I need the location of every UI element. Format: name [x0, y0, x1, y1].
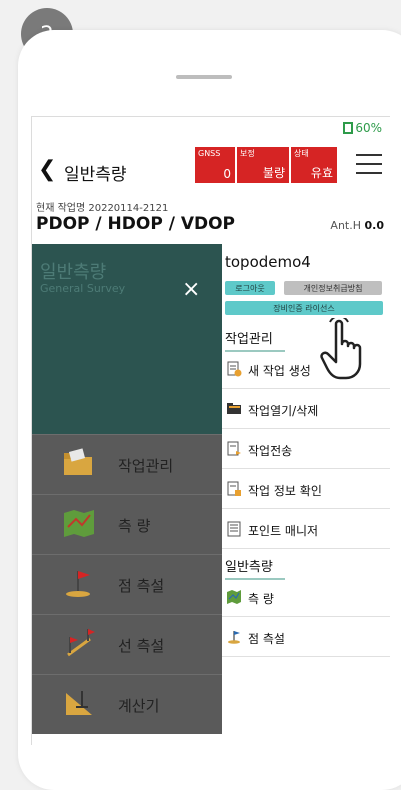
status-correction: 보정 불량 [237, 147, 289, 183]
menu-item-label: 측 량 [248, 592, 274, 606]
drawer-item-label: 측 량 [118, 517, 151, 535]
menu-item-label: 점 측설 [248, 632, 285, 646]
drawer-item-calculator[interactable]: 계산기 [32, 674, 222, 734]
drawer-item-label: 계산기 [118, 697, 160, 715]
device-license-button[interactable]: 장비인증 라이선스 [225, 301, 383, 315]
drawer-item-survey[interactable]: 측 량 [32, 494, 222, 554]
menu-item-label: 작업 정보 확인 [248, 484, 322, 498]
drawer-item-label: 선 측설 [118, 637, 165, 655]
menu-item-job-info[interactable]: 작업 정보 확인 [222, 469, 390, 509]
battery-level: 60% [355, 121, 382, 135]
drawer-item-label: 점 측설 [118, 577, 165, 595]
status-gnss: GNSS 0 [195, 147, 235, 183]
menu-item-point-manager[interactable]: 포인트 매니저 [222, 509, 390, 549]
menu-item-label: 작업열기/삭제 [248, 404, 319, 418]
menu-item-survey[interactable]: 측 량 [222, 577, 390, 617]
drawer-subtitle: General Survey [40, 282, 126, 295]
drawer-title: 일반측량 [40, 262, 107, 283]
menu-item-label: 새 작업 생성 [248, 364, 311, 378]
drawer-item-job-management[interactable]: 작업관리 [32, 434, 222, 494]
status-state-label: 상태 [294, 149, 309, 158]
section-title-general-survey: 일반측량 [225, 556, 285, 580]
menu-item-send-job[interactable]: 작업전송 [222, 429, 390, 469]
calculator-icon [66, 691, 92, 715]
status-gnss-value: 0 [223, 167, 231, 181]
antenna-height-label: Ant.H [330, 219, 361, 232]
line-flags-icon [67, 629, 95, 657]
section-title-job-management: 작업관리 [225, 328, 285, 352]
close-icon[interactable]: × [182, 277, 200, 302]
status-correction-value: 불량 [262, 166, 285, 180]
folder-icon [64, 448, 92, 475]
logout-button[interactable]: 로그아웃 [225, 281, 275, 295]
menu-item-label: 포인트 매니저 [248, 524, 319, 538]
info-doc-icon [227, 481, 241, 496]
send-doc-icon [227, 441, 241, 456]
privacy-policy-button[interactable]: 개인정보취급방침 [284, 281, 382, 295]
battery-icon [343, 122, 354, 134]
map-icon [227, 590, 241, 604]
menu-item-open-delete-job[interactable]: 작업열기/삭제 [222, 389, 390, 429]
new-doc-icon [227, 361, 242, 377]
user-name: topodemo4 [225, 253, 311, 271]
pointing-hand-icon [320, 318, 362, 380]
drawer-header: 일반측량 General Survey × [32, 244, 222, 434]
menu-item-point-stakeout[interactable]: 점 측설 [222, 617, 390, 657]
status-gnss-label: GNSS [198, 149, 221, 158]
dop-readout: PDOP / HDOP / VDOP [36, 214, 236, 234]
side-drawer: 일반측량 General Survey × 작업관리 측 량 점 측설 선 측설… [32, 244, 222, 745]
status-state-value: 유효 [310, 166, 333, 180]
status-state: 상태 유효 [291, 147, 337, 183]
antenna-height: Ant.H 0.0 [330, 219, 384, 232]
menu-item-label: 작업전송 [248, 444, 293, 458]
drawer-item-line-stakeout[interactable]: 선 측설 [32, 614, 222, 674]
flag-icon [228, 631, 240, 644]
back-icon[interactable]: ❮ [38, 159, 56, 181]
battery-indicator: 60% [343, 121, 382, 135]
status-correction-label: 보정 [240, 149, 255, 158]
hamburger-menu-icon[interactable] [356, 154, 382, 174]
drawer-item-point-stakeout[interactable]: 점 측설 [32, 554, 222, 614]
phone-speaker [176, 75, 232, 79]
list-icon [227, 521, 241, 537]
page-title: 일반측량 [64, 165, 127, 185]
flag-icon [66, 571, 90, 597]
drawer-item-label: 작업관리 [118, 457, 174, 475]
map-icon [64, 510, 94, 537]
current-job-name: 현재 작업명 20220114-2121 [36, 203, 169, 214]
antenna-height-value: 0.0 [364, 219, 385, 232]
app-screen: 60% ❮ 일반측량 GNSS 0 보정 불량 상태 유효 현재 작업명 202… [31, 116, 390, 745]
open-folder-icon [227, 403, 241, 414]
